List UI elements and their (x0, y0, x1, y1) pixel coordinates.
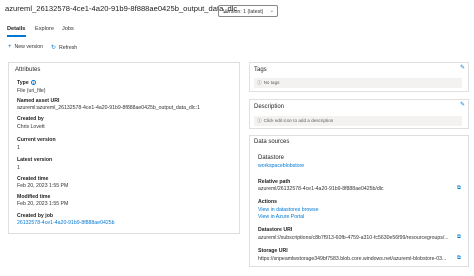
latest-version-label: Latest version (17, 157, 53, 163)
latest-version-value: 1 (17, 165, 20, 171)
tags-empty-notice: ⓘ No tags (254, 78, 462, 88)
type-label: Type i (17, 80, 36, 86)
page-title: azureml_26132578-4ce1-4a20-91b9-8f888ae0… (5, 4, 238, 13)
modified-time-value: Feb 20, 2023 1:55 PM (17, 201, 69, 207)
relative-path-value: azureml/26132578-4ce1-4a20-91b9-8f888ae0… (258, 186, 384, 192)
tags-empty-text: No tags (263, 80, 280, 85)
actions-label: Actions (258, 199, 278, 205)
storage-uri-label: Storage URI (258, 248, 288, 254)
created-time-label: Created time (17, 176, 49, 182)
type-value: File (uri_file) (17, 88, 46, 94)
created-by-label: Created by (17, 116, 44, 122)
storage-uri-value: https://snpeamlwstorage349bf7583.blob.co… (258, 256, 447, 262)
info-icon: ⓘ (257, 118, 262, 123)
datastore-uri-value: azureml://subscriptions/c8b7f913-60fb-47… (258, 235, 449, 241)
view-in-azure-portal-link[interactable]: View in Azure Portal (258, 214, 304, 220)
version-dropdown[interactable]: Version: 1 (latest) ⌄ (218, 5, 278, 17)
attributes-title: Attributes (15, 67, 41, 73)
info-icon: ⓘ (257, 80, 262, 85)
tab-jobs[interactable]: Jobs (62, 26, 74, 32)
tab-details[interactable]: Details (7, 26, 25, 32)
copy-icon[interactable]: ⧉ (457, 255, 461, 262)
current-version-value: 1 (17, 145, 20, 151)
datastore-uri-label: Datastore URI (258, 227, 293, 233)
copy-icon[interactable]: ⧉ (457, 234, 461, 241)
info-icon[interactable]: i (30, 80, 36, 86)
view-in-datastores-browse-link[interactable]: View in datastores browse (258, 207, 318, 213)
description-empty-notice: ⓘ Click edit icon to add a description (254, 116, 462, 126)
created-by-job-label: Created by job (17, 213, 54, 219)
tab-active-indicator (7, 35, 26, 37)
named-asset-uri-label: Named asset URI (17, 98, 60, 104)
tags-title: Tags (254, 67, 267, 73)
named-asset-uri-value: azureml:azureml_26132578-4ce1-4a20-91b9-… (17, 105, 200, 111)
relative-path-label: Relative path (258, 179, 291, 185)
data-sources-title: Data sources (254, 139, 290, 145)
version-dropdown-value: Version: 1 (latest) (223, 8, 264, 15)
refresh-button[interactable]: ↻ Refresh (51, 44, 77, 51)
edit-tags-icon[interactable]: ✎ (460, 64, 465, 71)
edit-description-icon[interactable]: ✎ (460, 101, 465, 108)
new-version-button[interactable]: + New version (8, 44, 43, 50)
chevron-down-icon: ⌄ (269, 8, 274, 14)
description-title: Description (254, 104, 285, 110)
current-version-label: Current version (17, 137, 56, 143)
created-by-job-link[interactable]: 26132578-4ce1-4a20-91b9-8f888ae0425b (17, 220, 115, 226)
modified-time-label: Modified time (17, 194, 51, 200)
refresh-icon: ↻ (51, 45, 57, 51)
new-version-label: New version (14, 44, 44, 50)
created-time-value: Feb 20, 2023 1:55 PM (17, 183, 69, 189)
description-empty-text: Click edit icon to add a description (263, 118, 334, 123)
refresh-label: Refresh (59, 45, 78, 51)
datastore-link[interactable]: workspaceblobstore (258, 163, 304, 169)
datastore-heading: Datastore (258, 155, 285, 161)
created-by-value: Chris Lovett (17, 124, 45, 130)
copy-icon[interactable]: ⧉ (457, 185, 461, 192)
tab-explore[interactable]: Explore (35, 26, 54, 32)
plus-icon: + (8, 44, 12, 50)
